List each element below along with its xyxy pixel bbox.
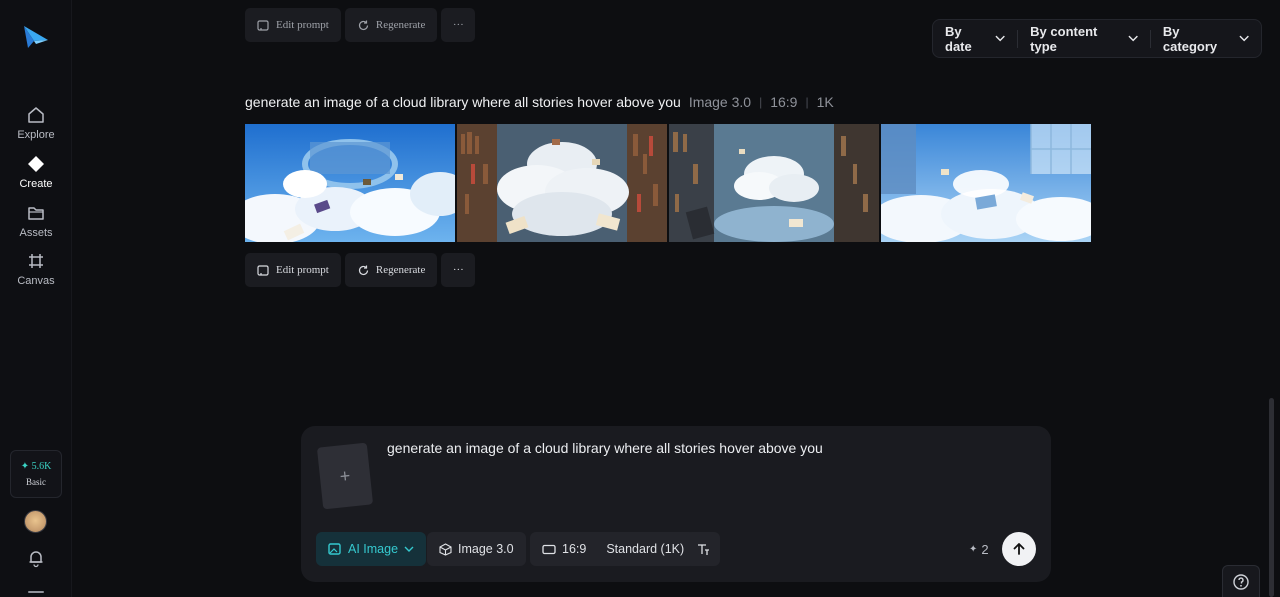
image-mode-icon — [328, 543, 341, 555]
text-format-icon — [697, 543, 709, 555]
aspect-ratio-icon — [542, 544, 556, 554]
generated-image[interactable] — [457, 124, 667, 242]
ratio-quality-selector[interactable]: 16:9 Standard (1K) — [530, 532, 697, 566]
sidebar-item-create[interactable]: Create — [0, 154, 72, 190]
edit-icon — [257, 19, 269, 31]
filter-by-content-type[interactable]: By content type — [1018, 20, 1150, 57]
image-grid — [245, 124, 1091, 242]
ellipsis-icon: ··· — [452, 19, 464, 31]
regenerate-button[interactable]: Regenerate — [344, 8, 438, 42]
chevron-down-icon — [995, 35, 1005, 42]
send-button[interactable] — [1002, 532, 1036, 566]
generation-prompt: generate an image of a cloud library whe… — [245, 94, 681, 110]
sidebar-item-label: Create — [19, 178, 53, 190]
refresh-icon — [358, 20, 368, 30]
canvas-icon — [26, 251, 46, 271]
arrow-up-icon — [1013, 543, 1025, 555]
bell-icon[interactable] — [26, 548, 46, 568]
generated-image[interactable] — [245, 124, 455, 242]
sidebar-item-label: Canvas — [17, 275, 55, 287]
help-icon — [1233, 573, 1249, 590]
avatar[interactable] — [24, 510, 47, 533]
add-reference-image-button[interactable]: + — [316, 442, 374, 510]
menu-icon[interactable] — [28, 591, 44, 593]
prompt-input[interactable]: generate an image of a cloud library whe… — [387, 440, 823, 456]
generated-image[interactable] — [881, 124, 1091, 242]
divider: | — [759, 95, 763, 109]
plus-icon: + — [338, 465, 352, 486]
edit-prompt-button[interactable]: Edit prompt — [245, 253, 341, 287]
chevron-down-icon — [1128, 35, 1138, 42]
refresh-icon — [358, 265, 368, 275]
cube-icon — [439, 542, 452, 556]
more-options-button[interactable]: ··· — [441, 8, 476, 42]
sidebar-item-explore[interactable]: Explore — [0, 105, 72, 141]
help-button[interactable] — [1222, 565, 1260, 597]
ellipsis-icon: ··· — [452, 264, 464, 276]
generation-model: Image 3.0 — [688, 94, 752, 110]
regenerate-button[interactable]: Regenerate — [344, 253, 438, 287]
credits-badge[interactable]: ✦ 5.6K Basic — [10, 450, 62, 498]
filter-by-category[interactable]: By category — [1151, 20, 1261, 57]
sidebar-item-label: Assets — [19, 227, 53, 239]
app-logo[interactable] — [22, 24, 50, 50]
text-style-button[interactable] — [686, 532, 720, 566]
previous-action-row: Edit prompt Regenerate ··· — [245, 8, 476, 42]
generation-cost: ✦ 2 — [969, 542, 989, 557]
image-action-row: Edit prompt Regenerate ··· — [245, 253, 476, 287]
diamond-icon — [26, 154, 46, 174]
filter-bar: By date By content type By category — [932, 19, 1262, 58]
generated-image[interactable] — [669, 124, 879, 242]
sidebar: Explore Create Assets Canvas ✦ 5.6K Basi… — [0, 0, 72, 597]
edit-prompt-button[interactable]: Edit prompt — [245, 8, 341, 42]
filter-by-date[interactable]: By date — [933, 20, 1017, 57]
credits-amount: ✦ 5.6K — [20, 461, 52, 472]
home-icon — [26, 105, 46, 125]
sidebar-item-canvas[interactable]: Canvas — [0, 251, 72, 287]
generation-ratio: 16:9 — [770, 94, 798, 110]
sparkle-icon: ✦ — [969, 544, 978, 555]
chevron-down-icon — [1239, 35, 1249, 42]
edit-icon — [257, 264, 269, 276]
generation-header: generate an image of a cloud library whe… — [245, 94, 834, 110]
mode-selector[interactable]: AI Image — [316, 532, 427, 566]
more-options-button[interactable]: ··· — [441, 253, 476, 287]
sidebar-item-label: Explore — [17, 129, 55, 141]
plan-label: Basic — [26, 477, 46, 487]
generation-resolution: 1K — [816, 94, 834, 110]
folder-icon — [26, 203, 46, 223]
prompt-composer: + generate an image of a cloud library w… — [301, 426, 1051, 582]
sidebar-item-assets[interactable]: Assets — [0, 203, 72, 239]
divider: | — [805, 95, 809, 109]
chevron-down-icon — [404, 546, 414, 552]
model-selector[interactable]: Image 3.0 — [427, 532, 526, 566]
scrollbar[interactable] — [1269, 398, 1274, 597]
